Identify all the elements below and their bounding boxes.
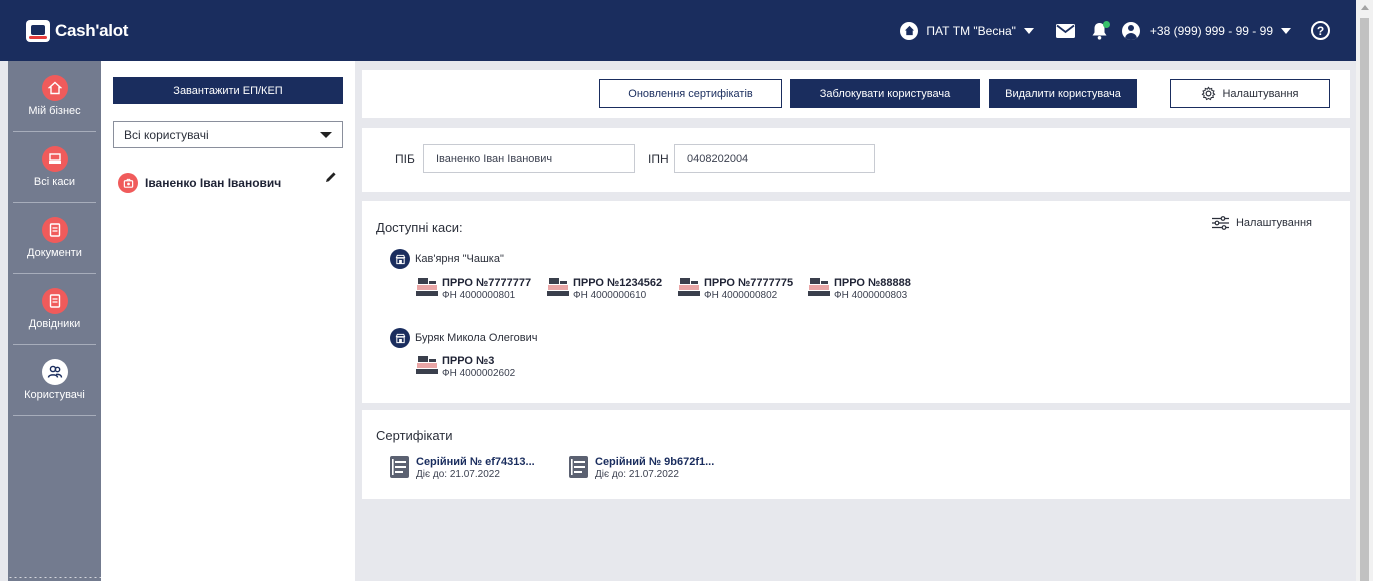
prro-item[interactable]: ПРРО №88888 ФН 4000000803 [808, 277, 911, 302]
ipn-input[interactable]: 0408202004 [674, 144, 875, 173]
store-icon [390, 328, 410, 348]
document-icon [41, 217, 68, 243]
notification-dot [1102, 20, 1110, 28]
cash-register-icon [416, 278, 438, 296]
certificate-serial: Серійний № 9b672f1... [595, 456, 715, 468]
registers-settings-link[interactable]: Налаштування [1211, 216, 1312, 230]
nav-label: Мій бізнес [28, 105, 81, 117]
sliders-icon [1211, 216, 1230, 230]
chevron-down-icon [320, 132, 332, 138]
available-registers-panel: Доступні каси: Налаштування Кав'ярня "Ча… [362, 201, 1350, 403]
left-nav: Мій бізнес Всі каси Документи Довідники … [8, 61, 101, 581]
certificate-item[interactable]: Серійний № 9b672f1... Діє до: 21.07.2022 [569, 456, 714, 481]
certificate-icon [569, 456, 588, 478]
app-logo[interactable]: Cash'alot [26, 19, 129, 42]
home-icon [900, 21, 919, 40]
user-filter-select[interactable]: Всі користувачі [113, 121, 343, 148]
logo-icon [26, 19, 50, 42]
nav-divider [8, 576, 101, 579]
help-icon[interactable]: ? [1311, 21, 1330, 40]
registers-settings-label: Налаштування [1235, 217, 1312, 229]
pib-label: ПІБ [395, 152, 415, 166]
prro-name: ПРРО №7777775 [704, 277, 794, 289]
nav-label: Всі каси [33, 176, 76, 188]
cash-register-icon [416, 356, 438, 374]
prro-item[interactable]: ПРРО №1234562 ФН 4000000610 [547, 277, 662, 302]
pencil-icon[interactable] [325, 171, 337, 186]
logo-text: Cash'alot [55, 20, 129, 40]
user-list-item[interactable]: Іваненко Іван Іванович [118, 172, 343, 194]
certificate-icon [390, 456, 409, 478]
certificate-item[interactable]: Серійний № ef74313... Діє до: 21.07.2022 [390, 456, 535, 481]
store-group-header[interactable]: Кав'ярня "Чашка" [390, 249, 504, 269]
certificate-valid-until: Діє до: 21.07.2022 [416, 469, 500, 480]
settings-button[interactable]: Налаштування [1170, 79, 1330, 108]
company-selector[interactable]: ПАТ ТМ "Весна" [900, 21, 1034, 40]
cash-register-icon [547, 278, 569, 296]
gear-icon [1201, 86, 1216, 101]
nav-item-all-cash-registers[interactable]: Всі каси [13, 132, 96, 203]
scroll-up-arrow-icon[interactable] [1361, 5, 1369, 10]
delete-user-button[interactable]: Видалити користувача [989, 79, 1137, 108]
company-name: ПАТ ТМ "Весна" [926, 23, 1016, 38]
nav-item-users[interactable]: Користувачі [13, 345, 96, 416]
store-group-header[interactable]: Буряк Микола Олегович [390, 328, 537, 348]
top-bar: Cash'alot ПАТ ТМ "Весна" +38 (999) 999 -… [0, 0, 1356, 61]
users-panel: Завантажити ЕП/КЕП Всі користувачі Іване… [101, 61, 355, 581]
update-certificates-button[interactable]: Оновлення сертифікатів [599, 79, 782, 108]
prro-fn: ФН 4000000801 [442, 290, 516, 301]
prro-name: ПРРО №3 [442, 355, 495, 367]
store-name: Кав'ярня "Чашка" [415, 253, 504, 265]
cash-register-icon [678, 278, 700, 296]
prro-item[interactable]: ПРРО №7777777 ФН 4000000801 [416, 277, 531, 302]
block-user-button[interactable]: Заблокувати користувача [790, 79, 980, 108]
cash-register-icon [808, 278, 830, 296]
prro-name: ПРРО №7777777 [442, 277, 532, 289]
prro-fn: ФН 4000002602 [442, 368, 516, 379]
user-info-panel: ПІБ Іваненко Іван Іванович ІПН 040820200… [362, 128, 1350, 192]
certificate-valid-until: Діє до: 21.07.2022 [595, 469, 679, 480]
store-name: Буряк Микола Олегович [415, 332, 538, 344]
chevron-down-icon [1281, 27, 1291, 34]
users-icon [41, 359, 68, 385]
prro-fn: ФН 4000000802 [704, 290, 778, 301]
prro-name: ПРРО №88888 [834, 277, 911, 289]
certificate-serial: Серійний № ef74313... [416, 456, 535, 468]
nav-item-my-business[interactable]: Мій бізнес [13, 61, 96, 132]
nav-item-references[interactable]: Довідники [13, 274, 96, 345]
store-icon [390, 249, 410, 269]
prro-item[interactable]: ПРРО №7777775 ФН 4000000802 [678, 277, 793, 302]
user-name: Іваненко Іван Іванович [145, 176, 282, 190]
user-avatar-icon [118, 173, 138, 193]
user-actions-panel: Оновлення сертифікатів Заблокувати корис… [362, 70, 1350, 118]
account-menu[interactable]: +38 (999) 999 - 99 - 99 [1121, 21, 1291, 40]
prro-fn: ФН 4000000803 [834, 290, 908, 301]
ipn-label: ІПН [648, 152, 669, 166]
scrollbar-thumb[interactable] [1360, 18, 1369, 581]
nav-label: Довідники [28, 318, 81, 330]
chevron-down-icon [1023, 27, 1034, 34]
user-icon [1121, 21, 1140, 40]
settings-button-label: Налаштування [1222, 87, 1299, 100]
mail-icon[interactable] [1055, 23, 1075, 38]
nav-label: Документи [27, 247, 82, 259]
home-icon [41, 75, 68, 101]
prro-name: ПРРО №1234562 [573, 277, 663, 289]
upload-key-button[interactable]: Завантажити ЕП/КЕП [113, 77, 343, 104]
cash-register-icon [41, 146, 68, 172]
user-filter-value: Всі користувачі [124, 127, 209, 142]
header-controls: ПАТ ТМ "Весна" +38 (999) 999 - 99 - 99 ? [900, 20, 1356, 40]
prro-item[interactable]: ПРРО №3 ФН 4000002602 [416, 355, 515, 380]
account-phone: +38 (999) 999 - 99 - 99 [1149, 23, 1273, 38]
bell-icon[interactable] [1091, 20, 1110, 40]
nav-label: Користувачі [24, 389, 85, 401]
certificates-title: Сертифікати [376, 428, 453, 443]
page-scrollbar[interactable] [1356, 0, 1373, 581]
prro-fn: ФН 4000000610 [573, 290, 647, 301]
certificates-panel: Сертифікати Серійний № ef74313... Діє до… [362, 410, 1350, 499]
pib-input[interactable]: Іваненко Іван Іванович [423, 144, 635, 173]
nav-item-documents[interactable]: Документи [13, 203, 96, 274]
reference-icon [41, 288, 68, 314]
registers-title: Доступні каси: [376, 220, 463, 235]
